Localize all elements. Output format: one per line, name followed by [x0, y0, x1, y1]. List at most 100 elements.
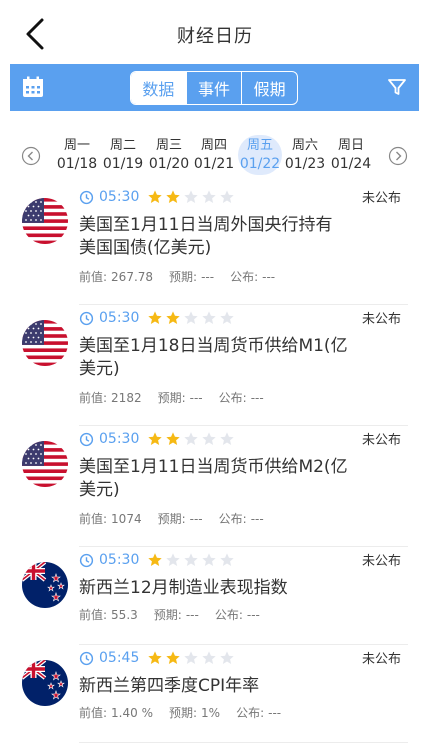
event-title: 新西兰第四季度CPI年率: [79, 676, 260, 696]
forecast-value: ---: [189, 391, 203, 405]
tab-events[interactable]: 事件: [187, 72, 243, 104]
day-weekday: 周二: [109, 138, 136, 153]
event-values: 前值: 55.3 预期: --- 公布: ---: [79, 606, 264, 623]
prev-label: 前值:: [79, 270, 108, 284]
week-selector: 周一 01/18 周二 01/19 周三 01/20 周四 01/21 周五 01/22 …: [0, 132, 430, 182]
event-meta: 05:45: [79, 647, 237, 669]
clock-icon: [79, 311, 94, 326]
divider: [79, 304, 408, 305]
star-empty-icon: [219, 552, 235, 568]
status-badge: 未公布: [361, 191, 401, 206]
star-empty-icon: [201, 650, 217, 666]
star-empty-icon: [183, 552, 199, 568]
prev-value: 55.3: [111, 608, 138, 622]
status-badge: 未公布: [361, 312, 401, 327]
star-empty-icon: [201, 189, 217, 205]
event-time: 05:30: [99, 431, 140, 447]
tab-holidays[interactable]: 假期: [242, 72, 297, 104]
star-empty-icon: [219, 310, 235, 326]
publish-value: ---: [262, 270, 276, 284]
event-time: 05:30: [99, 552, 140, 568]
publish-value: ---: [246, 608, 260, 622]
prev-label: 前值:: [79, 608, 108, 622]
day-date: 01/23: [284, 156, 326, 172]
event-title: 美国至1月11日当周外国央行持有美国国债(亿美元): [79, 215, 333, 258]
prev-value: 267.78: [111, 270, 154, 284]
calendar-icon[interactable]: [22, 76, 44, 98]
day-mon[interactable]: 周一 01/18: [55, 135, 99, 175]
star-empty-icon: [183, 189, 199, 205]
prev-value: 2182: [111, 391, 142, 405]
filter-icon[interactable]: [387, 77, 407, 97]
day-weekday: 周四: [200, 138, 227, 153]
star-empty-icon: [201, 431, 217, 447]
day-fri[interactable]: 周五 01/22: [238, 135, 282, 175]
divider: [79, 425, 408, 426]
event-time: 05:45: [99, 650, 140, 666]
day-tue[interactable]: 周二 01/19: [101, 135, 145, 175]
day-weekday: 周日: [337, 138, 364, 153]
publish-value: ---: [250, 391, 264, 405]
event-values: 前值: 1074 预期: --- 公布: ---: [79, 510, 268, 527]
star-filled-icon: [165, 650, 181, 666]
star-filled-icon: [147, 310, 163, 326]
forecast-label: 预期:: [157, 391, 186, 405]
day-weekday: 周六: [291, 138, 318, 153]
prev-label: 前值:: [79, 512, 108, 526]
publish-label: 公布:: [230, 270, 259, 284]
star-filled-icon: [147, 650, 163, 666]
status-badge: 未公布: [361, 433, 401, 448]
clock-icon: [79, 553, 94, 568]
event-values: 前值: 1.40 % 预期: 1% 公布: ---: [79, 704, 285, 721]
forecast-value: 1%: [201, 706, 221, 720]
event-time: 05:30: [99, 189, 140, 205]
us-flag-icon: [22, 198, 68, 244]
forecast-label: 预期:: [153, 608, 182, 622]
publish-value: ---: [250, 512, 264, 526]
day-date: 01/19: [102, 156, 144, 172]
tab-data[interactable]: 数据: [131, 72, 187, 104]
forecast-label: 预期:: [168, 706, 198, 720]
star-filled-icon: [165, 431, 181, 447]
prev-label: 前值:: [79, 391, 108, 405]
day-sun[interactable]: 周日 01/24: [329, 135, 373, 175]
star-filled-icon: [165, 189, 181, 205]
prev-value: 1.40 %: [111, 706, 153, 720]
importance-stars: [147, 552, 237, 568]
day-wed[interactable]: 周三 01/20: [147, 135, 191, 175]
event-title: 新西兰12月制造业表现指数: [79, 578, 288, 598]
star-empty-icon: [219, 650, 235, 666]
divider: [79, 644, 408, 645]
clock-icon: [79, 432, 94, 447]
star-empty-icon: [201, 552, 217, 568]
next-week-icon[interactable]: [388, 146, 408, 166]
publish-label: 公布:: [218, 391, 247, 405]
star-filled-icon: [147, 189, 163, 205]
forecast-label: 预期:: [169, 270, 198, 284]
importance-stars: [147, 650, 237, 666]
forecast-value: ---: [189, 512, 203, 526]
header: 财经日历: [0, 0, 430, 64]
view-segmented-control: 数据 事件 假期: [130, 71, 298, 105]
importance-stars: [147, 189, 237, 205]
day-sat[interactable]: 周六 01/23: [283, 135, 327, 175]
prev-label: 前值:: [79, 706, 108, 720]
star-empty-icon: [165, 552, 181, 568]
clock-icon: [79, 190, 94, 205]
event-values: 前值: 267.78 预期: --- 公布: ---: [79, 268, 279, 285]
page-title: 财经日历: [177, 26, 253, 47]
day-weekday: 周一: [63, 138, 90, 153]
divider: [79, 742, 408, 743]
star-empty-icon: [183, 650, 199, 666]
toolbar: 数据 事件 假期: [10, 64, 419, 111]
status-badge: 未公布: [361, 554, 401, 569]
prev-week-icon[interactable]: [21, 146, 41, 166]
us-flag-icon: [22, 320, 68, 366]
importance-stars: [147, 310, 237, 326]
day-weekday: 周五: [246, 138, 273, 153]
day-thu[interactable]: 周四 01/21: [192, 135, 236, 175]
publish-label: 公布:: [236, 706, 265, 720]
forecast-value: ---: [185, 608, 199, 622]
clock-icon: [79, 651, 94, 666]
star-empty-icon: [183, 310, 199, 326]
